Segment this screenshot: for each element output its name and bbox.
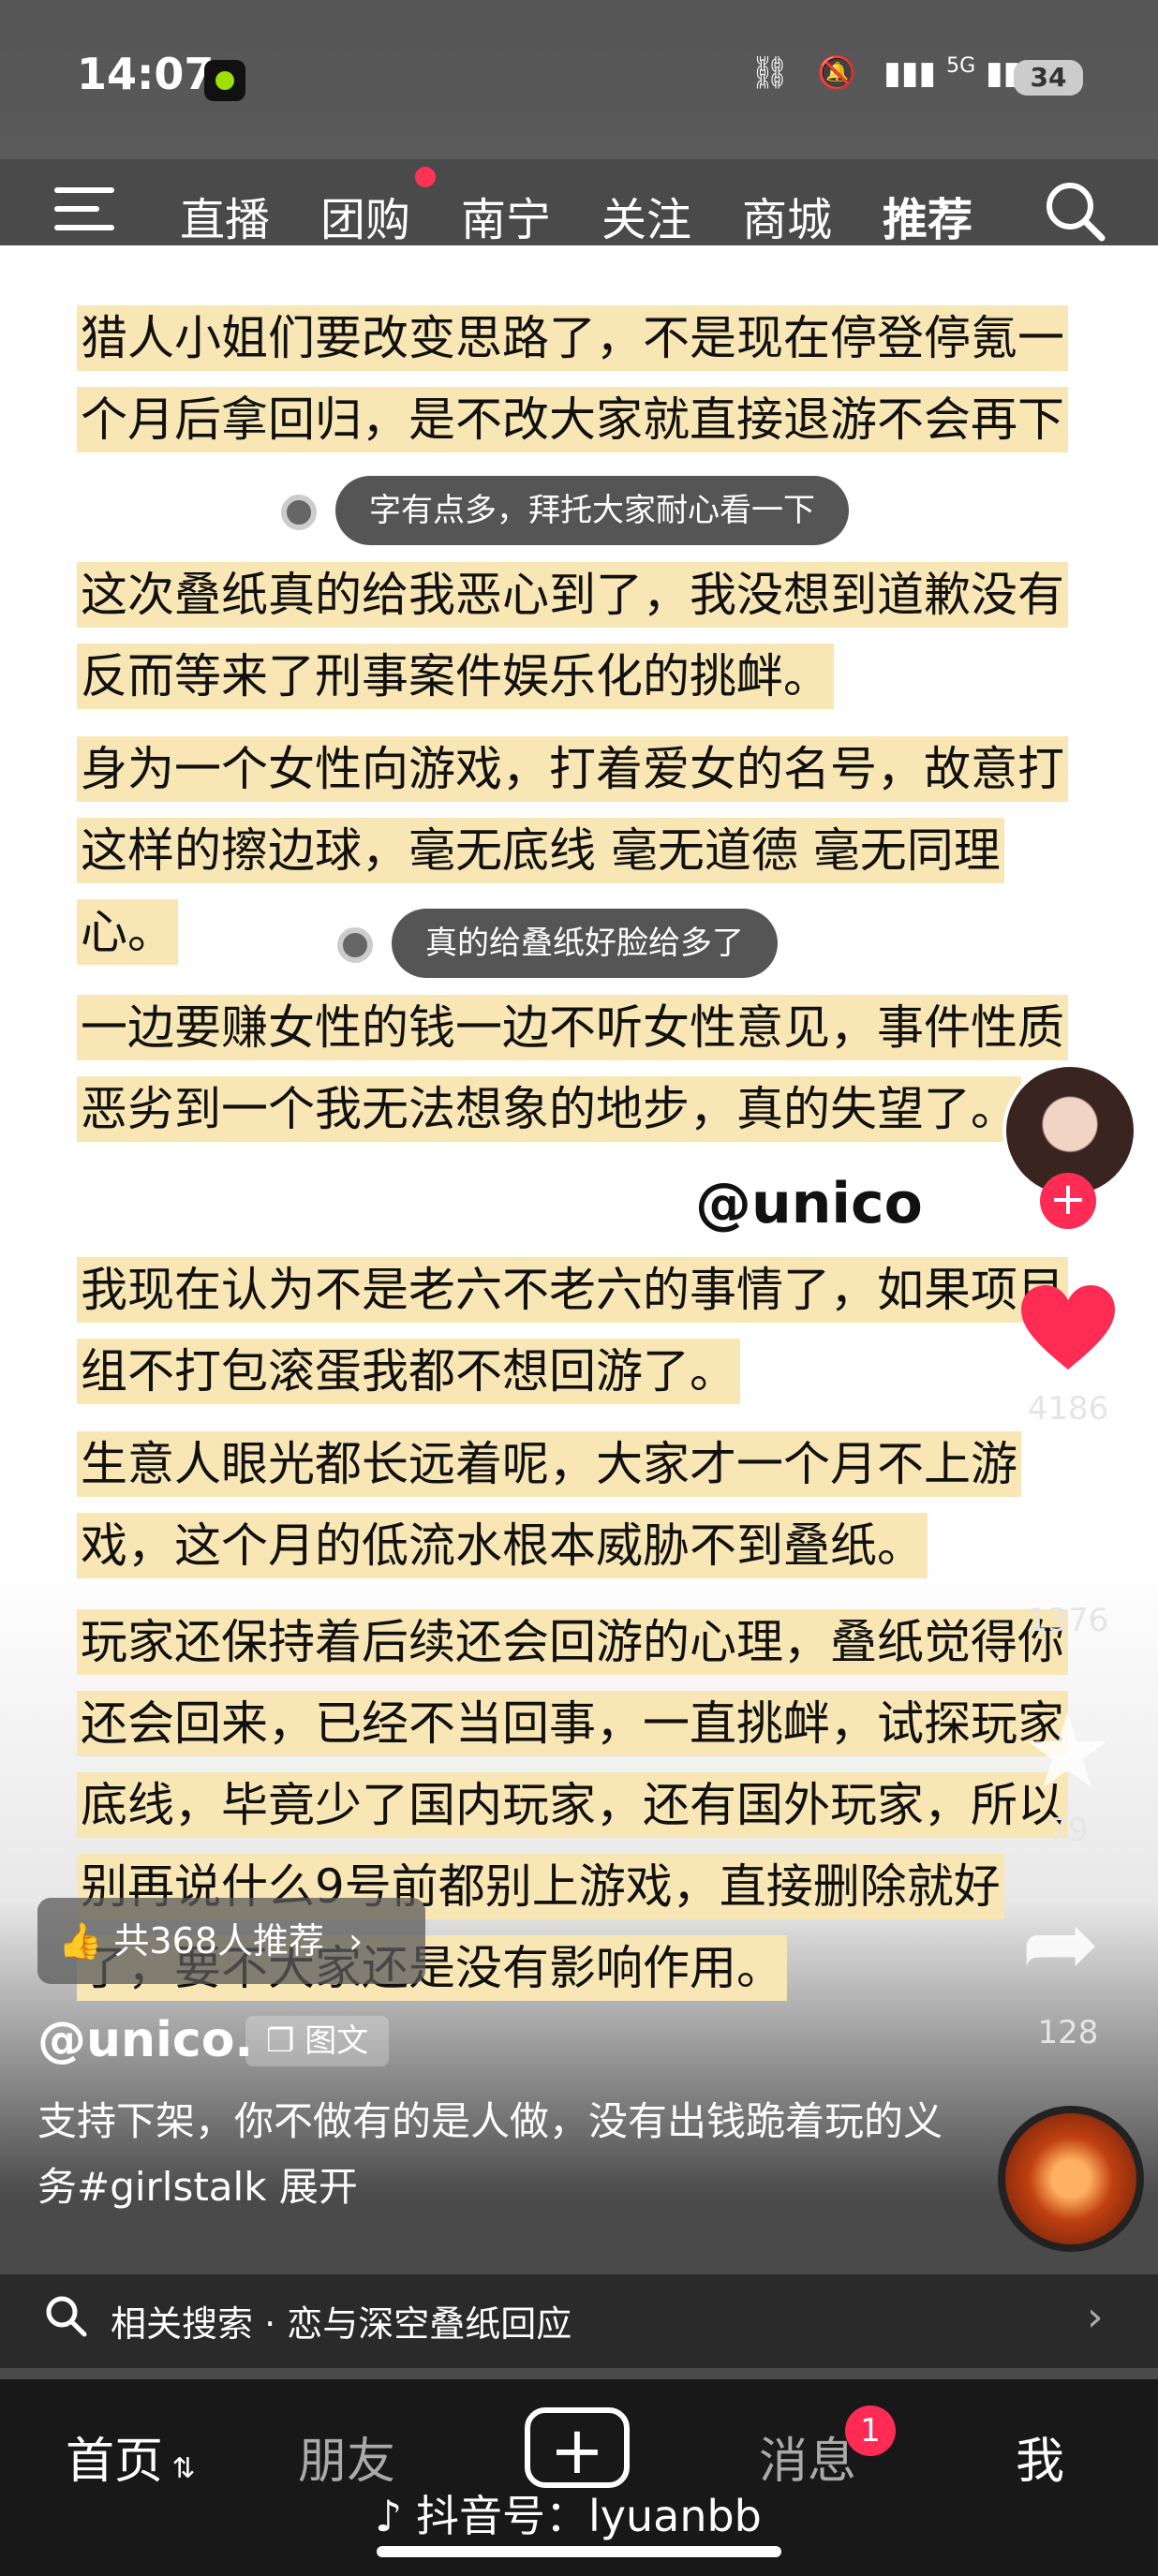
comment-count: 1376 [1027,1602,1109,1639]
network-type: 5G [946,54,976,78]
tab-mall[interactable]: 商城 [742,183,832,248]
status-icons: ⛓ 🔕 ▮▮▮ 5G ▮▮▮▮ [750,54,1056,92]
mute-icon: 🔕 [816,54,857,92]
recommend-count-text: 共368人推荐 [113,1920,324,1962]
battery-indicator: 34 [1014,60,1083,96]
paragraph-4: 一边要赚女性的钱一边不听女性意见，事件性质恶劣到一个我无法想象的地步，真的失望了… [77,987,1089,1150]
recording-indicator-icon [204,60,245,101]
tab-live[interactable]: 直播 [180,183,270,248]
wifi-signal-icon: ▮▮▮ [883,54,937,92]
tab-messages[interactable]: 消息 [759,2421,856,2492]
tab-recommend[interactable]: 推荐 [883,183,972,248]
home-indicator[interactable] [377,2546,781,2557]
image-post-icon: ❐ [266,2022,305,2060]
share-count: 128 [1037,2014,1099,2051]
paragraph-1: 猎人小姐们要改变思路了，不是现在停登停氪一个月后拿回归，是不改大家就直接退游不会… [77,298,1089,461]
menu-icon[interactable] [54,187,114,234]
music-disc-icon[interactable] [998,2106,1144,2252]
chevron-right-icon: › [1087,2293,1104,2341]
favorite-count: 79 [1047,1812,1089,1849]
douyin-logo-icon: ♪ [375,2491,403,2541]
thumbs-up-icon: 👍 [58,1920,103,1962]
tab-me[interactable]: 我 [1016,2421,1064,2492]
tab-home[interactable]: 首页 ⇅ [66,2421,196,2492]
tab-local[interactable]: 南宁 [461,183,551,248]
paragraph-5: 我现在认为不是老六不老六的事情了，如果项目组不打包滚蛋我都不想回游了。 [77,1250,1089,1413]
status-time: 14:07 [77,49,215,99]
chevron-right-icon: › [349,1920,364,1962]
tab-group-buy[interactable]: 团购 [320,183,410,248]
tab-friends[interactable]: 朋友 [298,2421,395,2492]
messages-badge: 1 [845,2406,896,2456]
danmaku-bubble-1: 字有点多，拜托大家耐心看一下 [335,476,849,545]
post-type-badge: ❐ 图文 [245,2016,390,2066]
douyin-id-watermark: ♪ 抖音号：lyuanbb [375,2491,762,2541]
paragraph-6: 生意人眼光都长远着呢，大家才一个月不上游戏，这个月的低流水根本威胁不到叠纸。 [77,1424,1089,1587]
watermark: @unico [695,1171,923,1236]
comment-icon[interactable] [1021,1499,1115,1577]
favorite-star-icon[interactable]: ★ [1021,1700,1114,1803]
notification-dot [415,167,436,187]
heart-icon[interactable] [1019,1283,1117,1373]
related-search-icon [46,2296,87,2337]
related-search-text[interactable]: 相关搜索 · 恋与深空叠纸回应 [111,2295,572,2347]
follow-plus-icon[interactable]: + [1040,1173,1096,1229]
recommend-pill[interactable]: 👍 共368人推荐 › [37,1898,425,1984]
post-description[interactable]: 支持下架，你不做有的是人做，没有出钱跪着玩的义务#girlstalk 展开 [37,2089,974,2220]
link-icon: ⛓ [750,54,791,92]
share-arrow-icon[interactable]: ➦ [1021,1897,1100,1991]
tab-following[interactable]: 关注 [601,183,691,248]
danmaku-dot-icon [281,495,317,530]
search-icon[interactable] [1042,178,1107,244]
paragraph-2: 这次叠纸真的给我恶心到了，我没想到道歉没有反而等来了刑事案件娱乐化的挑衅。 [77,555,1089,718]
author-name[interactable]: @unico. [37,2012,253,2068]
create-post-button[interactable]: + [525,2407,630,2488]
like-count: 4186 [1027,1390,1109,1428]
danmaku-bubble-2: 真的给叠纸好脸给多了 [392,909,778,978]
danmaku-dot-icon [337,927,373,963]
